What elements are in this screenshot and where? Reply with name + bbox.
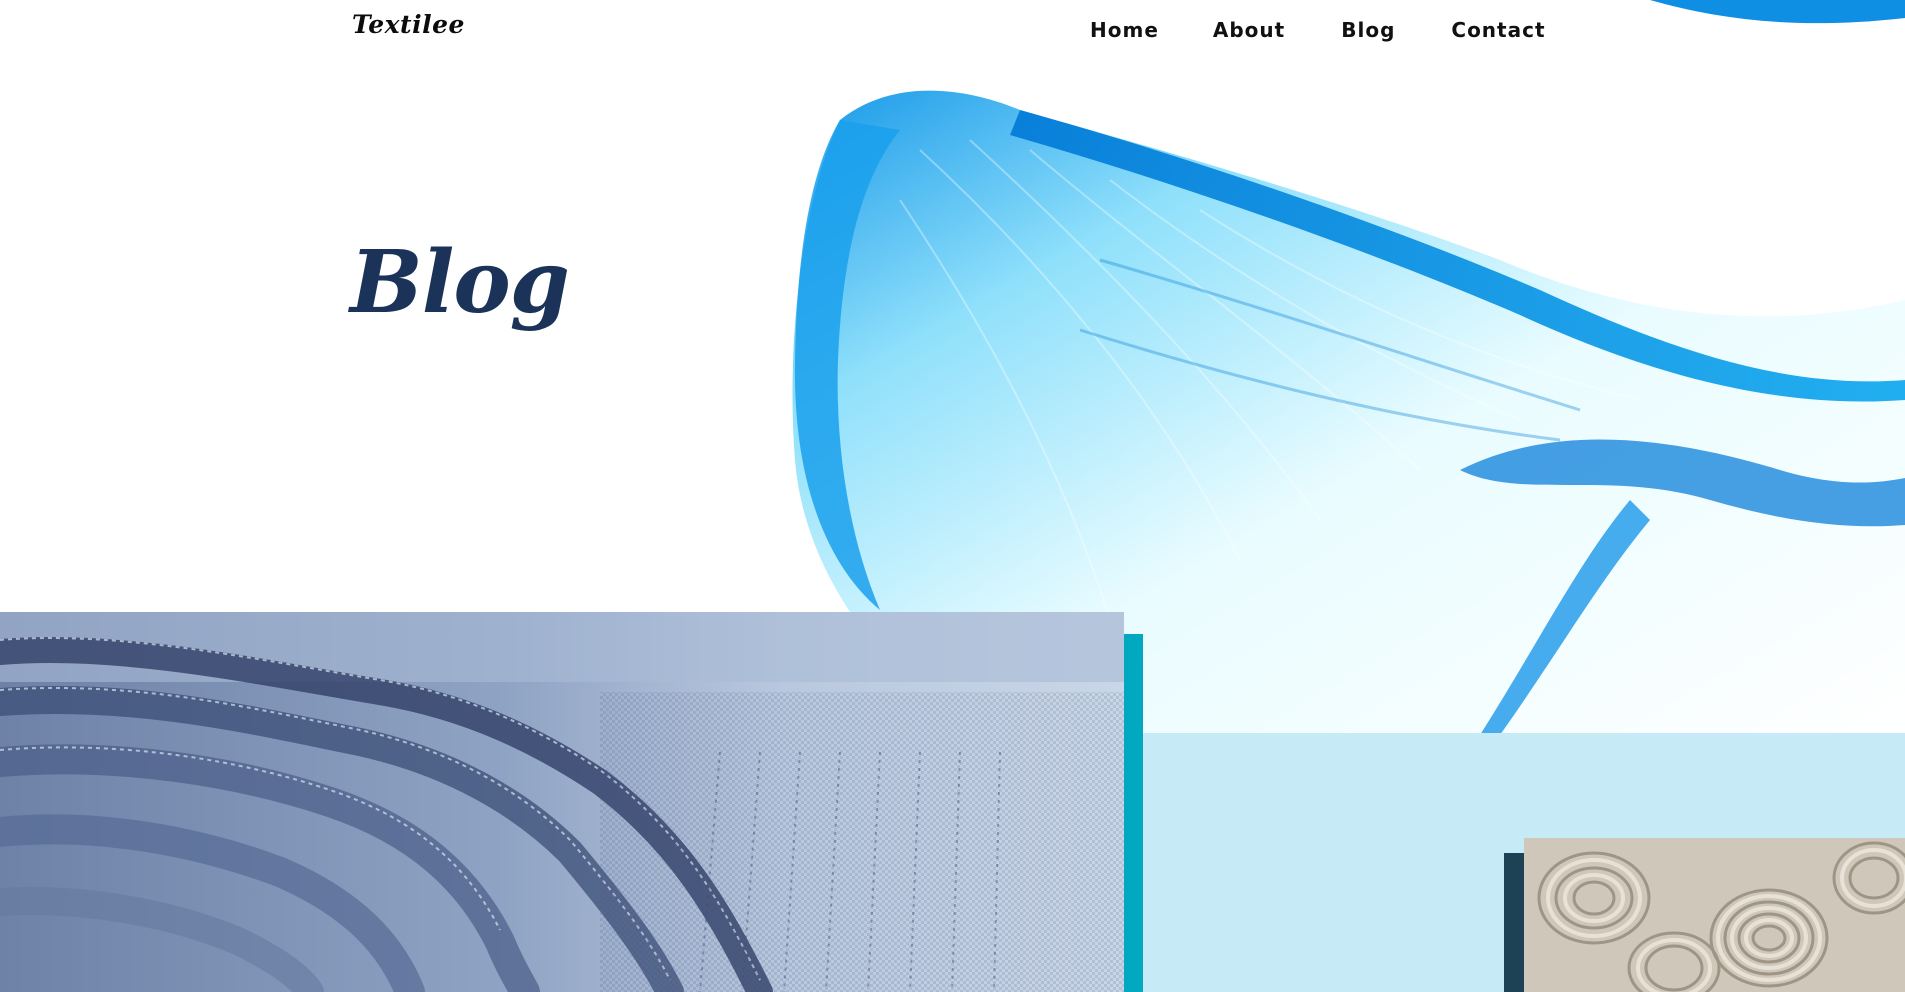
denim-fabric-photo xyxy=(0,612,1124,992)
accent-bar xyxy=(1124,634,1143,992)
fabric-rolls-photo xyxy=(1524,838,1905,992)
page-title: Blog xyxy=(350,232,570,333)
accent-bar-dark xyxy=(1504,853,1524,992)
site-logo[interactable]: Textilee xyxy=(352,10,465,39)
